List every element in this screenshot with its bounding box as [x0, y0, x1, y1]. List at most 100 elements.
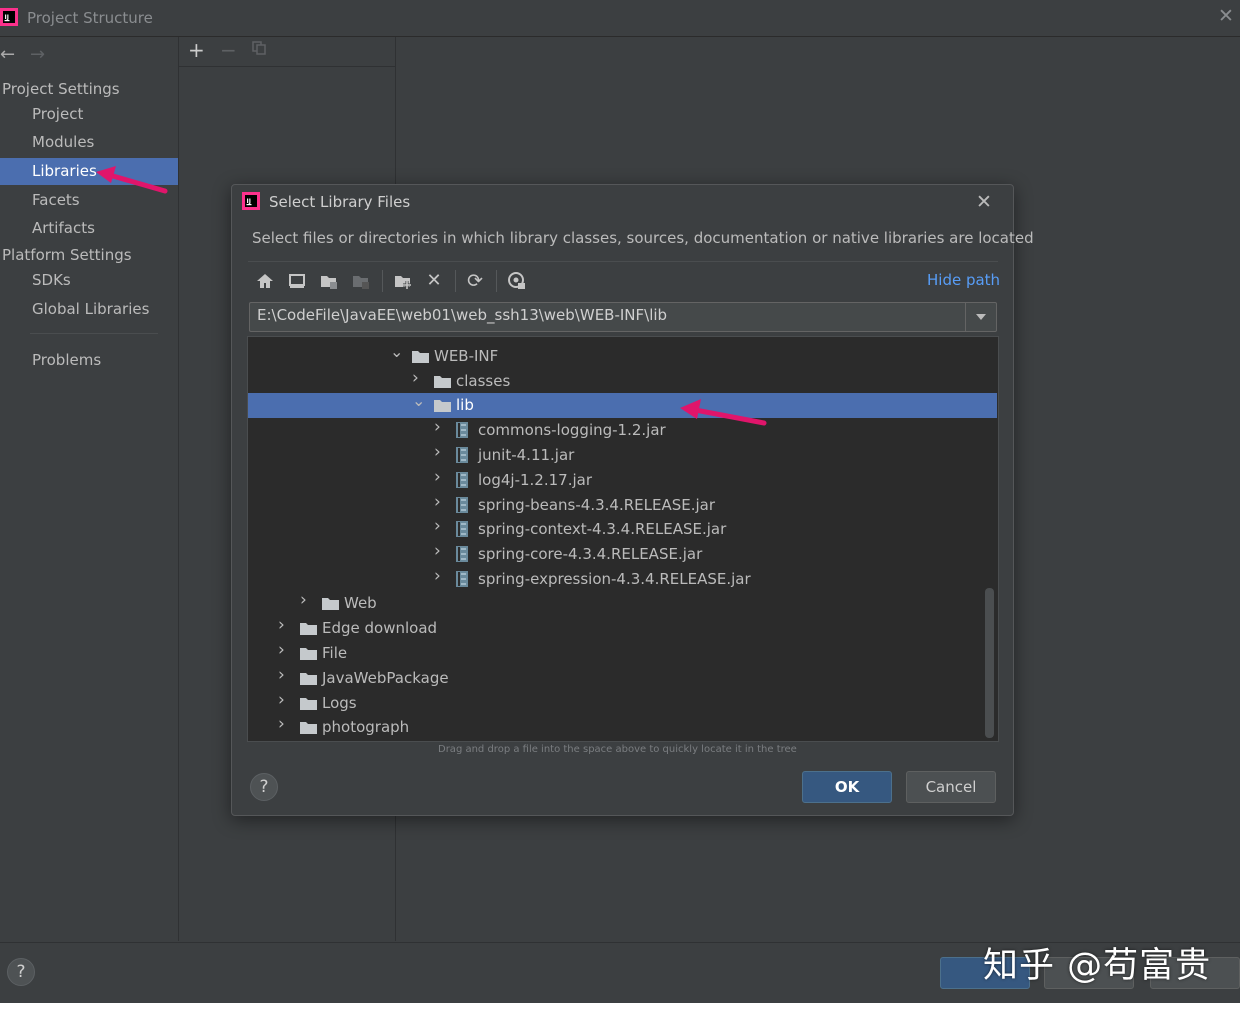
delete-icon[interactable]: ✕: [424, 271, 444, 291]
jar-icon: [456, 571, 468, 587]
toolbar-separator: [496, 270, 497, 292]
tree-row-folder[interactable]: › Logs: [248, 691, 997, 716]
refresh-icon[interactable]: ⟳: [465, 271, 485, 291]
tree-item-label: Edge download: [322, 619, 438, 637]
module-folder-icon[interactable]: [351, 271, 371, 291]
tree-item-label: classes: [456, 372, 511, 390]
chevron-right-icon[interactable]: ›: [278, 692, 290, 709]
tree-row-jar[interactable]: › spring-core-4.3.4.RELEASE.jar: [248, 542, 997, 567]
sidebar-item-project[interactable]: Project: [0, 101, 178, 128]
tree-row-folder[interactable]: › classes: [248, 369, 997, 394]
tree-item-label: spring-context-4.3.4.RELEASE.jar: [478, 520, 727, 538]
tree-row-folder[interactable]: › JavaWebPackage: [248, 666, 997, 691]
chevron-right-icon[interactable]: ›: [434, 568, 446, 585]
chevron-right-icon[interactable]: ›: [434, 469, 446, 486]
chevron-right-icon[interactable]: ›: [434, 543, 446, 560]
tree-row-folder[interactable]: › Web: [248, 591, 997, 616]
folder-icon: [300, 623, 317, 635]
sidebar-item-global-libraries[interactable]: Global Libraries: [0, 296, 178, 323]
back-arrow-icon[interactable]: ←: [0, 44, 15, 65]
path-input-value[interactable]: E:\CodeFile\JavaEE\web01\web_ssh13\web\W…: [257, 306, 667, 324]
tree-item-label: Logs: [322, 694, 357, 712]
help-icon[interactable]: ?: [7, 958, 35, 986]
tree-item-label: junit-4.11.jar: [478, 446, 575, 464]
tree-row-jar[interactable]: › commons-logging-1.2.jar: [248, 418, 997, 443]
folder-icon: [300, 698, 317, 710]
tree-item-label: Web: [344, 594, 377, 612]
ok-button[interactable]: OK: [802, 771, 892, 803]
sidebar-item-sdks[interactable]: SDKs: [0, 267, 178, 294]
intellij-logo-icon: IJ: [242, 192, 260, 210]
jar-icon: [456, 521, 468, 537]
new-folder-icon[interactable]: [393, 271, 413, 291]
page-margin-bottom: [0, 1003, 1250, 1015]
chevron-right-icon[interactable]: ›: [434, 494, 446, 511]
window-title: Project Structure: [27, 9, 153, 27]
tree-row-folder[interactable]: › Edge download: [248, 616, 997, 641]
remove-icon[interactable]: −: [220, 38, 237, 62]
drag-drop-hint: Drag and drop a file into the space abov…: [438, 744, 797, 755]
chevron-right-icon[interactable]: ›: [278, 667, 290, 684]
chevron-right-icon[interactable]: ›: [412, 370, 424, 387]
tree-row-jar[interactable]: › log4j-1.2.17.jar: [248, 468, 997, 493]
forward-arrow-icon[interactable]: →: [30, 44, 45, 65]
jar-icon: [456, 472, 468, 488]
tree-item-label: File: [322, 644, 348, 662]
tree-item-label: log4j-1.2.17.jar: [478, 471, 592, 489]
tree-item-label: spring-core-4.3.4.RELEASE.jar: [478, 545, 703, 563]
sidebar-item-modules[interactable]: Modules: [0, 129, 178, 156]
folder-icon: [434, 400, 451, 412]
dialog-title: Select Library Files: [269, 193, 411, 211]
close-icon[interactable]: ✕: [1216, 6, 1236, 26]
toolbar-separator: [382, 270, 383, 292]
jar-icon: [456, 422, 468, 438]
home-icon[interactable]: [255, 271, 275, 291]
tree-row-folder[interactable]: ⌄ lib: [248, 393, 997, 418]
chevron-right-icon[interactable]: ›: [278, 716, 290, 733]
svg-text:IJ: IJ: [5, 14, 9, 21]
tree-item-label: spring-beans-4.3.4.RELEASE.jar: [478, 496, 716, 514]
hide-path-link[interactable]: Hide path: [927, 271, 1000, 289]
path-history-dropdown[interactable]: [965, 302, 997, 332]
sidebar-divider: [30, 333, 158, 334]
tree-item-label: JavaWebPackage: [322, 669, 449, 687]
chevron-right-icon[interactable]: ›: [278, 642, 290, 659]
chevron-right-icon[interactable]: ›: [434, 518, 446, 535]
tree-item-label: spring-expression-4.3.4.RELEASE.jar: [478, 570, 751, 588]
show-hidden-icon[interactable]: [507, 271, 527, 291]
sidebar-item-artifacts[interactable]: Artifacts: [0, 215, 178, 242]
svg-text:IJ: IJ: [247, 198, 251, 205]
tree-row-folder[interactable]: ⌄ WEB-INF: [248, 344, 997, 369]
chevron-right-icon[interactable]: ›: [300, 592, 312, 609]
folder-icon: [412, 351, 429, 363]
tree-row-jar[interactable]: › spring-expression-4.3.4.RELEASE.jar: [248, 567, 997, 592]
folder-icon: [322, 598, 339, 610]
title-bar: [0, 0, 1240, 37]
cancel-button[interactable]: Cancel: [906, 771, 996, 803]
copy-icon[interactable]: [252, 41, 266, 55]
folder-icon: [300, 648, 317, 660]
tree-item-label: commons-logging-1.2.jar: [478, 421, 666, 439]
add-icon[interactable]: +: [188, 38, 205, 62]
chevron-down-icon[interactable]: ⌄: [390, 344, 403, 360]
toolbar-separator: [455, 270, 456, 292]
chevron-right-icon[interactable]: ›: [434, 444, 446, 461]
desktop-icon[interactable]: [287, 271, 307, 291]
close-icon[interactable]: ✕: [973, 191, 995, 213]
folder-icon: [434, 376, 451, 388]
tree-row-jar[interactable]: › spring-context-4.3.4.RELEASE.jar: [248, 517, 997, 542]
chevron-down-icon[interactable]: ⌄: [412, 393, 425, 409]
sidebar-item-problems[interactable]: Problems: [0, 347, 178, 374]
tree-row-jar[interactable]: › junit-4.11.jar: [248, 443, 997, 468]
tree-row-folder[interactable]: › File: [248, 641, 997, 666]
tree-row-folder[interactable]: › photograph: [248, 715, 997, 740]
chevron-right-icon[interactable]: ›: [278, 617, 290, 634]
help-icon[interactable]: ?: [250, 773, 278, 801]
jar-icon: [456, 497, 468, 513]
tree-scrollbar[interactable]: [985, 588, 994, 738]
jar-icon: [456, 447, 468, 463]
project-folder-icon[interactable]: [319, 271, 339, 291]
chevron-right-icon[interactable]: ›: [434, 419, 446, 436]
tree-row-jar[interactable]: › spring-beans-4.3.4.RELEASE.jar: [248, 493, 997, 518]
platform-settings-header: Platform Settings: [2, 246, 132, 264]
